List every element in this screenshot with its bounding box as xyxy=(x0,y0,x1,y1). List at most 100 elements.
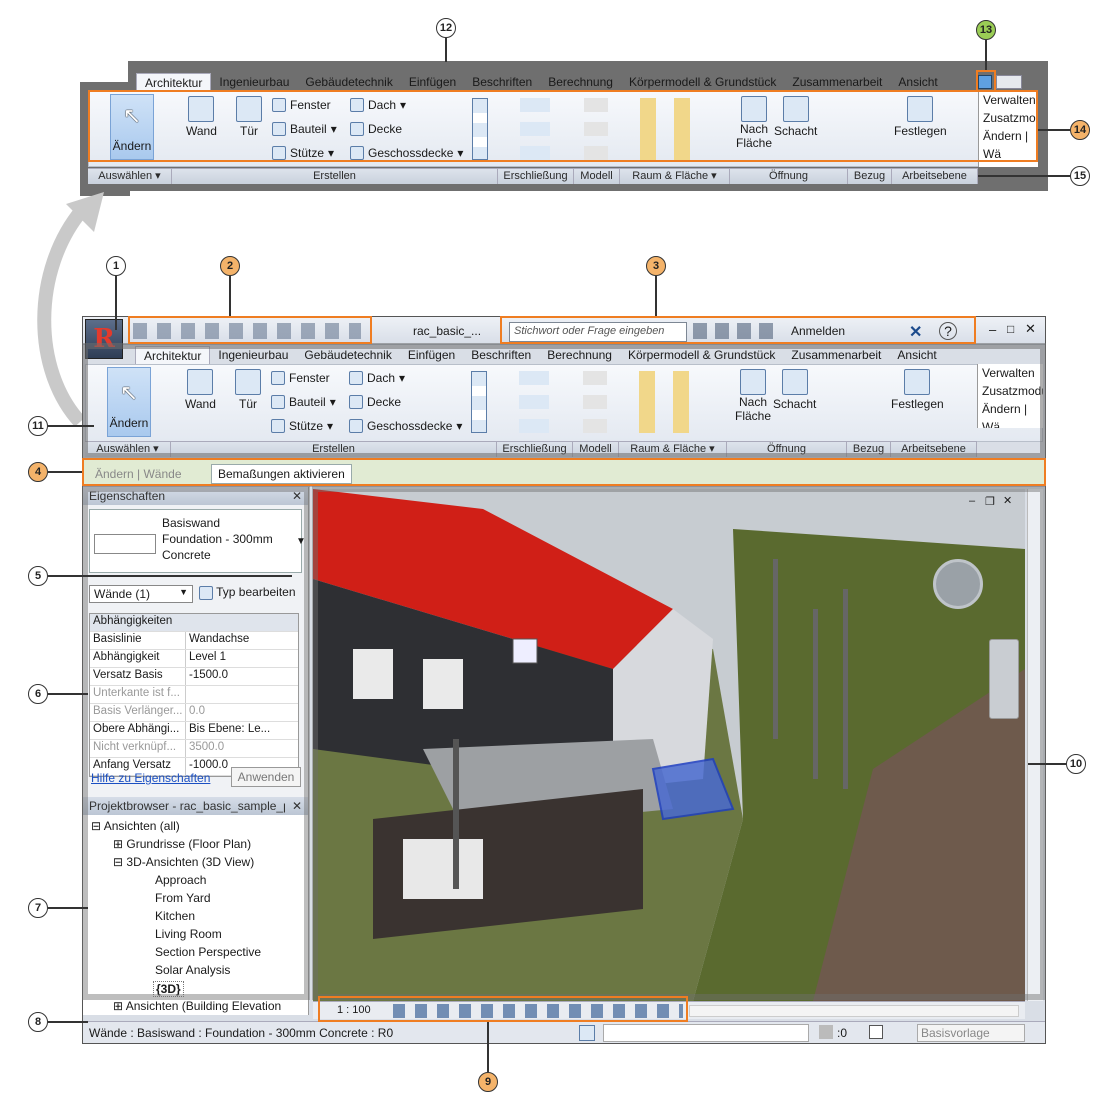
callout-12: 12 xyxy=(436,18,456,38)
panel-auswaehlen[interactable]: Auswählen ▾ xyxy=(88,169,172,184)
tab-ansicht[interactable]: Ansicht xyxy=(890,73,945,91)
scale-selector[interactable]: 1 : 100 xyxy=(337,1004,371,1016)
workset-dropdown[interactable] xyxy=(603,1024,809,1042)
ribbon-gray-frame xyxy=(82,343,1046,459)
view-control-icons[interactable] xyxy=(393,1004,683,1018)
by-face-label-2: Fläche xyxy=(736,136,773,150)
callout-line-15 xyxy=(978,175,1070,177)
workplane-icon xyxy=(907,96,934,122)
callout-line-6 xyxy=(48,693,88,695)
tab-zusammenarbeit[interactable]: Zusammenarbeit xyxy=(784,73,890,91)
callout-line-8 xyxy=(48,1021,88,1023)
callout-line-14 xyxy=(1038,129,1070,131)
tab-berechnung[interactable]: Berechnung xyxy=(540,73,621,91)
tab-zusatzmodule[interactable]: Zusatzmodu xyxy=(983,109,1038,127)
wall-button-top[interactable]: Wand xyxy=(186,96,217,138)
callout-line-5 xyxy=(48,575,292,577)
view-control-bar: 1 : 100 xyxy=(313,1001,1025,1019)
quick-access-toolbar[interactable] xyxy=(133,323,361,339)
room-area-icons-top[interactable] xyxy=(640,98,706,160)
window-icon xyxy=(272,98,286,112)
help-icon[interactable]: ? xyxy=(939,322,957,340)
modify-label: Ändern xyxy=(112,139,152,153)
tab-einfuegen[interactable]: Einfügen xyxy=(401,73,464,91)
callout-line-4 xyxy=(48,471,82,473)
door-button-top[interactable]: Tür xyxy=(236,96,262,138)
shaft-button-top[interactable]: Schacht xyxy=(774,96,817,138)
callout-line-3 xyxy=(655,276,657,316)
panel-raum-flaeche[interactable]: Raum & Fläche ▾ xyxy=(620,169,730,184)
tab-aendern-waende[interactable]: Ändern | Wä xyxy=(983,127,1038,163)
column-label: Stütze xyxy=(290,146,325,160)
roof-button-top[interactable]: Dach ▾ xyxy=(350,98,406,112)
options-bar-label: Ändern | Wände xyxy=(95,467,182,481)
tab-architektur[interactable]: Architektur xyxy=(136,72,212,92)
design-options-icon[interactable] xyxy=(869,1025,883,1039)
tab-verwalten[interactable]: Verwalten xyxy=(983,91,1038,109)
callout-11: 11 xyxy=(28,416,48,436)
model-icons-top[interactable] xyxy=(584,98,608,160)
callout-13: 13 xyxy=(976,20,996,40)
maximize-icon[interactable]: □ xyxy=(1007,322,1014,336)
activate-dimensions-button[interactable]: Bemaßungen aktivieren xyxy=(211,464,352,484)
by-face-button-top[interactable]: Nach Fläche xyxy=(736,96,772,150)
callout-3: 3 xyxy=(646,256,666,276)
tab-gebaeudetechnik[interactable]: Gebäudetechnik xyxy=(297,73,400,91)
panel-titles-top: Auswählen ▾ Erstellen Erschließung Model… xyxy=(88,168,978,184)
wall-label: Wand xyxy=(186,124,217,138)
roof-icon xyxy=(350,98,364,112)
callout-2: 2 xyxy=(220,256,240,276)
worksets-icon[interactable] xyxy=(579,1025,595,1041)
horizontal-scrollbar[interactable] xyxy=(689,1005,1019,1017)
tab-beschriften[interactable]: Beschriften xyxy=(464,73,540,91)
panel-modell: Modell xyxy=(574,169,620,184)
tree-elevations[interactable]: ⊞ Ansichten (Building Elevation xyxy=(113,999,293,1013)
callout-8: 8 xyxy=(28,1012,48,1032)
curtain-icons-top[interactable] xyxy=(472,98,488,160)
callout-6: 6 xyxy=(28,684,48,704)
title-bar: rac_basic_... Stichwort oder Frage einge… xyxy=(83,317,1045,345)
set-workplane-button-top[interactable]: Festlegen xyxy=(894,96,947,138)
exchange-icon[interactable]: ✕ xyxy=(909,322,922,342)
minimize-icon[interactable]: – xyxy=(989,322,996,337)
panel-bezug: Bezug xyxy=(848,169,892,184)
callout-1: 1 xyxy=(106,256,126,276)
ribbon-options-icon[interactable] xyxy=(996,75,1022,89)
tab-koerpermodell[interactable]: Körpermodell & Grundstück xyxy=(621,73,784,91)
panel-oeffnung: Öffnung xyxy=(730,169,848,184)
door-label: Tür xyxy=(240,124,258,138)
door-icon xyxy=(236,96,262,122)
window-label: Fenster xyxy=(290,98,331,112)
tab-ingenieurbau[interactable]: Ingenieurbau xyxy=(211,73,297,91)
tree-label: Ansichten (Building Elevation xyxy=(125,999,282,1013)
window-button-top[interactable]: Fenster xyxy=(272,98,331,112)
panel-erstellen: Erstellen xyxy=(172,169,498,184)
signin-button[interactable]: Anmelden xyxy=(791,324,845,338)
by-face-label: Nach xyxy=(740,122,769,136)
callout-line-13 xyxy=(985,40,987,70)
roof-label: Dach xyxy=(368,98,397,112)
circulation-icons-top[interactable] xyxy=(520,98,550,160)
callout-9: 9 xyxy=(478,1072,498,1092)
selection-counter: :0 xyxy=(837,1026,848,1040)
component-button-top[interactable]: Bauteil ▾ xyxy=(272,122,337,136)
search-input[interactable]: Stichwort oder Frage eingeben xyxy=(509,322,687,342)
infocenter-icons[interactable] xyxy=(693,323,777,339)
props-gray-frame xyxy=(82,486,310,1000)
filter-icon[interactable] xyxy=(819,1025,833,1039)
floor-button-top[interactable]: Geschossdecke ▾ xyxy=(350,146,463,160)
callout-line-7 xyxy=(48,907,88,909)
close-icon[interactable]: ✕ xyxy=(1025,321,1036,337)
callout-14: 14 xyxy=(1070,120,1090,140)
ribbon-minimize-icon[interactable] xyxy=(978,75,992,89)
panel-erschliessung: Erschließung xyxy=(498,169,574,184)
column-button-top[interactable]: Stütze ▾ xyxy=(272,146,334,160)
callout-7: 7 xyxy=(28,898,48,918)
callout-line-1 xyxy=(115,276,117,330)
modify-button-top[interactable]: ↖ Ändern xyxy=(110,94,154,160)
ceiling-button-top[interactable]: Decke xyxy=(350,122,402,136)
ribbon-tabs-top: Architektur Ingenieurbau Gebäudetechnik … xyxy=(136,72,946,92)
template-dropdown[interactable]: Basisvorlage xyxy=(917,1024,1025,1042)
file-title: rac_basic_... xyxy=(413,324,482,338)
component-label: Bauteil xyxy=(290,122,327,136)
